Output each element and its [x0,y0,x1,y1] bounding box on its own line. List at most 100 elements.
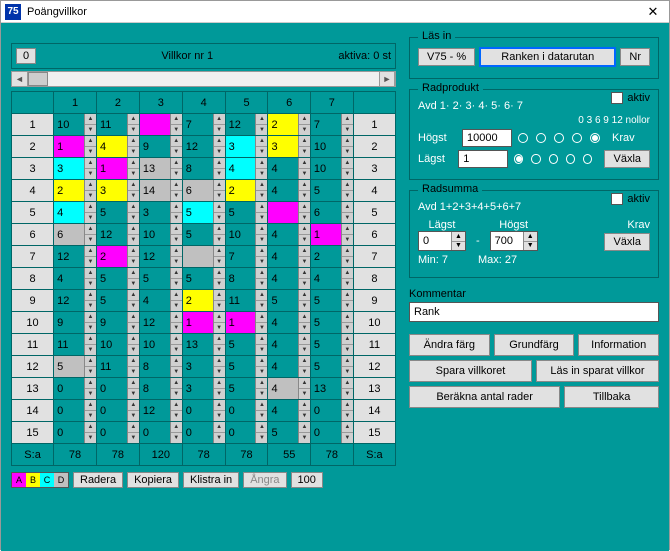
berakna-button[interactable]: Beräkna antal rader [409,386,560,408]
grid-cell[interactable]: 5▲▼ [268,290,310,312]
lagst-radio-4[interactable] [566,154,575,164]
grid-cell[interactable]: 12▲▼ [225,114,268,136]
villkor-nr-button[interactable]: 0 [16,48,36,64]
grid-cell[interactable]: 4▲▼ [54,202,97,224]
swatch-c[interactable]: C [40,473,54,487]
grid-cell[interactable]: 8▲▼ [182,158,225,180]
nollor-radio-3[interactable] [536,133,546,143]
grid-cell[interactable]: 0▲▼ [54,400,97,422]
grid-cell[interactable]: 7▲▼ [310,114,353,136]
grid-cell[interactable]: 2▲▼ [268,114,310,136]
grid-cell[interactable]: 11▲▼ [96,356,139,378]
swatch-d[interactable]: D [54,473,68,487]
kommentar-input[interactable] [409,302,659,322]
grid-cell[interactable]: 10▲▼ [96,334,139,356]
grid-cell[interactable]: 4▲▼ [268,400,310,422]
grid-cell[interactable]: 0▲▼ [182,422,225,444]
kopiera-button[interactable]: Kopiera [127,472,179,488]
grid-cell[interactable]: 5▲▼ [96,202,139,224]
grid-cell[interactable]: 8▲▼ [139,356,182,378]
grid-cell[interactable]: 5▲▼ [225,334,268,356]
grid-cell[interactable]: 3▲▼ [96,180,139,202]
andra-farg-button[interactable]: Ändra färg [409,334,490,356]
grid-cell[interactable]: 12▲▼ [182,136,225,158]
grid-cell[interactable]: 12▲▼ [54,290,97,312]
grid-cell[interactable]: 10▲▼ [310,136,353,158]
grid-cell[interactable]: 12▲▼ [139,312,182,334]
grid-cell[interactable]: 3▲▼ [225,136,268,158]
close-button[interactable]: ✕ [641,3,665,21]
swatch-a[interactable]: A [12,473,26,487]
grid-cell[interactable]: 4▲▼ [268,378,310,400]
grid-cell[interactable]: 6▲▼ [54,224,97,246]
villkor-scrollbar[interactable]: ◄ ► [11,71,396,87]
grid-cell[interactable]: 0▲▼ [96,378,139,400]
grid-cell[interactable]: 5▲▼ [268,422,310,444]
grid-cell[interactable]: 4▲▼ [54,268,97,290]
grid-cell[interactable]: 5▲▼ [310,356,353,378]
grid-cell[interactable]: 3▲▼ [54,158,97,180]
grid-cell[interactable]: 0▲▼ [139,422,182,444]
grid-cell[interactable]: 0▲▼ [54,378,97,400]
grid-cell[interactable]: 4▲▼ [268,312,310,334]
lagst-radio-5[interactable] [583,154,592,164]
grid-cell[interactable]: 1▲▼ [310,224,353,246]
nollor-radio-12[interactable] [590,133,600,143]
grid-cell[interactable]: 4▲▼ [310,268,353,290]
grid-cell[interactable]: 10▲▼ [310,158,353,180]
grid-cell[interactable]: ▲▼ [268,202,310,224]
lagst-radio-3[interactable] [549,154,558,164]
radprodukt-aktiv-checkbox[interactable] [611,92,623,104]
grid-cell[interactable]: 4▲▼ [225,158,268,180]
grid-cell[interactable]: 6▲▼ [182,180,225,202]
grid-cell[interactable]: 2▲▼ [54,180,97,202]
grid-cell[interactable]: 10▲▼ [54,114,97,136]
grid-cell[interactable]: ▲▼ [182,246,225,268]
grid-cell[interactable]: 8▲▼ [139,378,182,400]
rs-hogst-spinner[interactable]: 700 ▲▼ [490,231,538,251]
grid-cell[interactable]: 1▲▼ [96,158,139,180]
hundra-button[interactable]: 100 [291,472,323,488]
tillbaka-button[interactable]: Tillbaka [564,386,659,408]
grid-cell[interactable]: 4▲▼ [268,246,310,268]
grid-cell[interactable]: 5▲▼ [182,268,225,290]
grid-cell[interactable]: 9▲▼ [139,136,182,158]
radsumma-aktiv-checkbox[interactable] [611,193,623,205]
grid-cell[interactable]: 9▲▼ [54,312,97,334]
grid-cell[interactable]: 3▲▼ [182,378,225,400]
grid-cell[interactable]: 5▲▼ [310,180,353,202]
rs-vaxla-button[interactable]: Växla [604,233,650,251]
grid-cell[interactable]: 4▲▼ [268,356,310,378]
grid-cell[interactable]: 5▲▼ [54,356,97,378]
grid-cell[interactable]: 4▲▼ [268,180,310,202]
grid-cell[interactable]: 13▲▼ [310,378,353,400]
grid-cell[interactable]: 0▲▼ [96,422,139,444]
grid-cell[interactable]: 3▲▼ [139,202,182,224]
grid-cell[interactable]: 8▲▼ [225,268,268,290]
grid-cell[interactable]: 0▲▼ [96,400,139,422]
grid-cell[interactable]: 5▲▼ [310,312,353,334]
grid-cell[interactable]: 12▲▼ [54,246,97,268]
klistra-button[interactable]: Klistra in [183,472,239,488]
grid-cell[interactable]: 0▲▼ [225,400,268,422]
nr-button[interactable]: Nr [620,48,650,66]
grid-cell[interactable]: 1▲▼ [225,312,268,334]
grid-cell[interactable]: 5▲▼ [96,290,139,312]
radera-button[interactable]: Radera [73,472,123,488]
lagst-radio-1[interactable] [514,154,523,164]
grid-cell[interactable]: 5▲▼ [139,268,182,290]
grid-cell[interactable]: 6▲▼ [310,202,353,224]
grid-cell[interactable]: 0▲▼ [310,400,353,422]
information-button[interactable]: Information [578,334,659,356]
grid-cell[interactable]: 0▲▼ [225,422,268,444]
grid-cell[interactable]: 5▲▼ [225,356,268,378]
scroll-right-arrow[interactable]: ► [379,72,395,86]
spara-button[interactable]: Spara villkoret [409,360,532,382]
grid-cell[interactable]: 5▲▼ [225,378,268,400]
grid-cell[interactable]: 11▲▼ [225,290,268,312]
scroll-left-arrow[interactable]: ◄ [12,72,28,86]
grid-cell[interactable]: 4▲▼ [268,224,310,246]
grid-cell[interactable]: 9▲▼ [96,312,139,334]
grid-cell[interactable]: 14▲▼ [139,180,182,202]
grid-cell[interactable]: 4▲▼ [139,290,182,312]
